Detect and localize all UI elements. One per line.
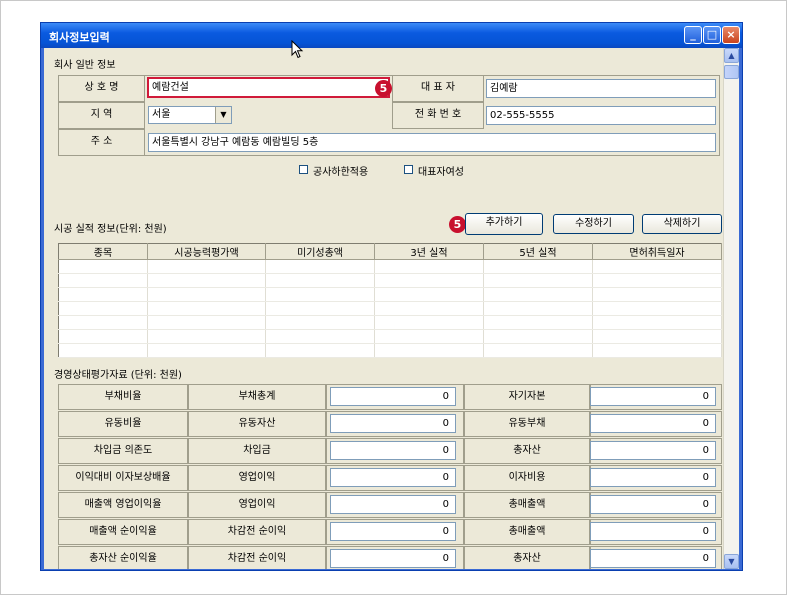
general-section-heading: 회사 일반 정보 xyxy=(54,60,116,71)
amount-input[interactable]: 0 xyxy=(330,387,456,406)
item-label: 유동부채 xyxy=(464,411,590,437)
company-name-input[interactable]: 예람건설 xyxy=(147,77,390,98)
amount-input[interactable]: 0 xyxy=(590,522,716,541)
close-button[interactable]: × xyxy=(722,26,740,44)
title-bar[interactable]: 회사정보입력 _ □ × xyxy=(41,23,742,48)
vertical-scrollbar[interactable]: ▲ ▼ xyxy=(723,48,739,569)
column-header[interactable]: 시공능력평가액 xyxy=(147,243,266,260)
column-header[interactable]: 면허취득일자 xyxy=(592,243,722,260)
amount-input[interactable]: 0 xyxy=(590,387,716,406)
form-content: 회사 일반 정보 상 호 명 예람건설 5 대 표 자 김예람 지 역 서울 ▼… xyxy=(44,48,723,569)
amount-input[interactable]: 0 xyxy=(590,495,716,514)
public-works-checkbox[interactable] xyxy=(299,165,308,174)
ceo-input[interactable]: 김예람 xyxy=(486,79,716,98)
item-label: 차입금 xyxy=(188,438,326,464)
financial-row: 매출액 순이익율 차감전 순이익 총매출액 0 0 xyxy=(58,519,722,545)
add-button[interactable]: 추가하기 xyxy=(465,213,543,235)
amount-input[interactable]: 0 xyxy=(590,468,716,487)
amount-input[interactable]: 0 xyxy=(590,441,716,460)
scroll-up-button[interactable]: ▲ xyxy=(724,48,739,63)
step-badge-company-name: 5 xyxy=(375,80,392,97)
item-label: 부채총계 xyxy=(188,384,326,410)
amount-input[interactable]: 0 xyxy=(330,495,456,514)
amount-input[interactable]: 0 xyxy=(330,441,456,460)
company-info-window: 회사정보입력 _ □ × 회사 일반 정보 상 호 명 예람건설 5 대 표 자… xyxy=(40,22,743,571)
ratio-label: 차입금 의존도 xyxy=(58,438,188,464)
amount-input[interactable]: 0 xyxy=(330,414,456,433)
table-row[interactable] xyxy=(58,315,722,330)
item-label: 이자비용 xyxy=(464,465,590,491)
item-label: 유동자산 xyxy=(188,411,326,437)
window-client-area: 회사 일반 정보 상 호 명 예람건설 5 대 표 자 김예람 지 역 서울 ▼… xyxy=(44,48,739,569)
financial-row: 차입금 의존도 차입금 총자산 0 0 xyxy=(58,438,722,464)
mouse-cursor-icon xyxy=(291,40,304,59)
scroll-thumb[interactable] xyxy=(724,65,739,79)
chevron-down-icon[interactable]: ▼ xyxy=(215,107,231,123)
item-label: 차감전 순이익 xyxy=(188,546,326,569)
address-input[interactable]: 서울특별시 강남구 예람동 예람빌딩 5층 xyxy=(148,133,716,152)
item-label: 총매출액 xyxy=(464,519,590,545)
financial-section-heading: 경영상태평가자료 (단위: 천원) xyxy=(54,370,182,381)
column-header[interactable]: 미기성총액 xyxy=(265,243,375,260)
performance-section-heading: 시공 실적 정보(단위: 천원) xyxy=(54,224,167,235)
amount-input[interactable]: 0 xyxy=(590,414,716,433)
item-label: 총자산 xyxy=(464,438,590,464)
item-label: 자기자본 xyxy=(464,384,590,410)
column-header[interactable]: 종목 xyxy=(58,243,148,260)
ratio-label: 유동비율 xyxy=(58,411,188,437)
amount-input[interactable]: 0 xyxy=(330,522,456,541)
item-label: 차감전 순이익 xyxy=(188,519,326,545)
item-label: 총매출액 xyxy=(464,492,590,518)
region-select[interactable]: 서울 ▼ xyxy=(148,106,232,124)
minimize-button[interactable]: _ xyxy=(684,26,702,44)
ratio-label: 부채비율 xyxy=(58,384,188,410)
ratio-label: 매출액 순이익율 xyxy=(58,519,188,545)
ratio-label: 이익대비 이자보상배율 xyxy=(58,465,188,491)
region-select-value: 서울 xyxy=(152,109,171,120)
amount-input[interactable]: 0 xyxy=(590,549,716,568)
ceo-label: 대 표 자 xyxy=(421,82,455,93)
performance-table[interactable]: 종목 시공능력평가액 미기성총액 3년 실적 5년 실적 면허취득일자 xyxy=(58,243,722,358)
step-badge-add: 5 xyxy=(449,216,466,233)
table-row[interactable] xyxy=(58,301,722,316)
edit-button[interactable]: 수정하기 xyxy=(553,214,634,234)
maximize-button[interactable]: □ xyxy=(703,26,721,44)
item-label: 영업이익 xyxy=(188,465,326,491)
address-label: 주 소 xyxy=(90,136,113,147)
table-row[interactable] xyxy=(58,259,722,274)
column-header[interactable]: 5년 실적 xyxy=(483,243,593,260)
amount-input[interactable]: 0 xyxy=(330,549,456,568)
public-works-checkbox-label: 공사하한적용 xyxy=(313,167,369,178)
region-label: 지 역 xyxy=(90,109,113,120)
column-header[interactable]: 3년 실적 xyxy=(374,243,484,260)
phone-input[interactable]: 02-555-5555 xyxy=(486,106,716,125)
item-label: 영업이익 xyxy=(188,492,326,518)
financial-row: 이익대비 이자보상배율 영업이익 이자비용 0 0 xyxy=(58,465,722,491)
financial-row: 유동비율 유동자산 유동부채 0 0 xyxy=(58,411,722,437)
financial-row: 매출액 영업이익율 영업이익 총매출액 0 0 xyxy=(58,492,722,518)
phone-label: 전 화 번 호 xyxy=(414,109,462,120)
financial-row: 총자산 순이익율 차감전 순이익 총자산 0 0 xyxy=(58,546,722,569)
table-row[interactable] xyxy=(58,329,722,344)
table-row[interactable] xyxy=(58,343,722,358)
company-name-label: 상 호 명 xyxy=(84,82,119,93)
window-title: 회사정보입력 xyxy=(49,31,110,44)
table-row[interactable] xyxy=(58,273,722,288)
female-ceo-checkbox-label: 대표자여성 xyxy=(418,167,464,178)
table-header-row: 종목 시공능력평가액 미기성총액 3년 실적 5년 실적 면허취득일자 xyxy=(58,243,722,260)
financial-row: 부채비율 부채총계 자기자본 0 0 xyxy=(58,384,722,410)
delete-button[interactable]: 삭제하기 xyxy=(642,214,722,234)
female-ceo-checkbox[interactable] xyxy=(404,165,413,174)
item-label: 총자산 xyxy=(464,546,590,569)
table-row[interactable] xyxy=(58,287,722,302)
ratio-label: 매출액 영업이익율 xyxy=(58,492,188,518)
ratio-label: 총자산 순이익율 xyxy=(58,546,188,569)
scroll-down-button[interactable]: ▼ xyxy=(724,554,739,569)
amount-input[interactable]: 0 xyxy=(330,468,456,487)
